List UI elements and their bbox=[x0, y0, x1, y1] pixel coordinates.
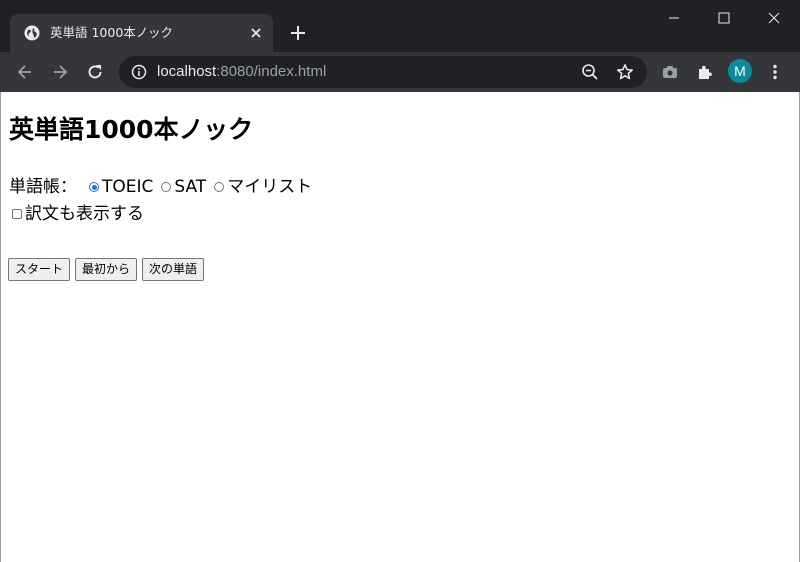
translation-toggle: 訳文も表示する bbox=[9, 203, 144, 225]
close-icon[interactable] bbox=[249, 26, 263, 40]
zoom-out-icon[interactable] bbox=[581, 63, 599, 81]
page-title: 英単語1000本ノック bbox=[9, 115, 254, 144]
browser-toolbar: localhost:8080/index.html M bbox=[0, 52, 800, 92]
show-translation-checkbox[interactable] bbox=[12, 209, 22, 219]
control-buttons: スタート 最初から 次の単語 bbox=[8, 258, 205, 281]
back-arrow-icon[interactable] bbox=[15, 62, 35, 82]
url-text[interactable]: localhost:8080/index.html bbox=[157, 63, 326, 81]
radio-sat[interactable] bbox=[161, 182, 172, 192]
window-close-icon[interactable] bbox=[764, 8, 784, 28]
puzzle-extensions-icon[interactable] bbox=[695, 62, 715, 82]
vocab-selector: 単語帳： TOEIC SAT マイリスト bbox=[9, 176, 320, 198]
reload-icon[interactable] bbox=[85, 62, 105, 82]
radio-mylist-label[interactable]: マイリスト bbox=[227, 176, 312, 198]
radio-toeic-label[interactable]: TOEIC bbox=[102, 176, 153, 198]
browser-tab[interactable]: 英単語 1000本ノック bbox=[10, 14, 273, 52]
globe-icon bbox=[24, 25, 40, 41]
address-bar[interactable]: localhost:8080/index.html bbox=[119, 56, 647, 88]
url-path: :8080/index.html bbox=[216, 63, 327, 80]
restart-button[interactable]: 最初から bbox=[75, 258, 138, 281]
minimize-icon[interactable] bbox=[664, 8, 684, 28]
star-icon[interactable] bbox=[616, 63, 634, 81]
new-tab-icon[interactable] bbox=[287, 22, 309, 44]
info-icon[interactable] bbox=[131, 64, 147, 80]
forward-arrow-icon[interactable] bbox=[50, 62, 70, 82]
show-translation-label[interactable]: 訳文も表示する bbox=[25, 203, 144, 225]
screenshot-extension-icon[interactable] bbox=[660, 62, 680, 82]
tab-title: 英単語 1000本ノック bbox=[50, 25, 174, 40]
page-content: 英単語1000本ノック 単語帳： TOEIC SAT マイリスト 訳文も表示する… bbox=[0, 92, 800, 562]
menu-kebab-icon[interactable] bbox=[765, 62, 785, 82]
start-button[interactable]: スタート bbox=[8, 258, 71, 281]
maximize-icon[interactable] bbox=[714, 8, 734, 28]
radio-mylist[interactable] bbox=[214, 182, 225, 192]
radio-sat-label[interactable]: SAT bbox=[174, 176, 206, 198]
url-host: localhost bbox=[157, 63, 217, 80]
profile-avatar[interactable]: M bbox=[728, 59, 752, 83]
browser-titlebar: 英単語 1000本ノック bbox=[0, 0, 800, 52]
vocab-label: 単語帳： bbox=[9, 177, 77, 197]
next-word-button[interactable]: 次の単語 bbox=[142, 258, 205, 281]
radio-toeic[interactable] bbox=[89, 182, 99, 192]
